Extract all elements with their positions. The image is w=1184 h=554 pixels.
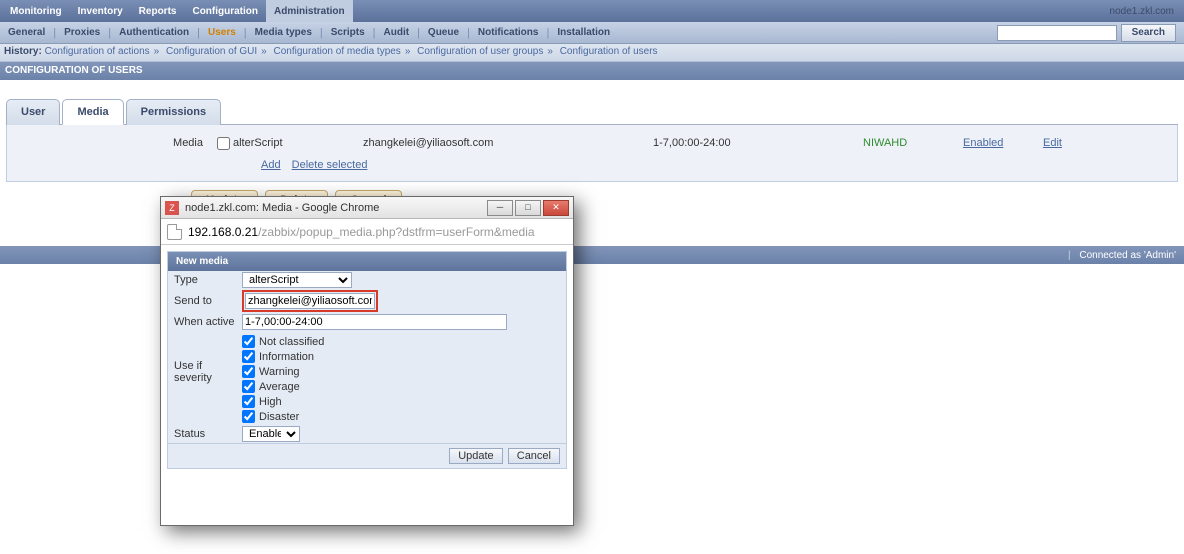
tab-permissions[interactable]: Permissions: [126, 99, 221, 125]
popup-update-button[interactable]: Update: [449, 448, 502, 464]
page-title: CONFIGURATION OF USERS: [0, 62, 1184, 80]
sub-menu: General| Proxies| Authentication| Users|…: [0, 22, 1184, 44]
severity-label: Information: [259, 351, 314, 363]
top-menu: Monitoring Inventory Reports Configurati…: [0, 0, 1184, 22]
media-row: Media alterScript zhangkelei@yiliaosoft.…: [13, 131, 1171, 155]
topmenu-administration[interactable]: Administration: [266, 0, 353, 22]
maximize-button[interactable]: □: [515, 200, 541, 216]
submenu-scripts[interactable]: Scripts: [325, 24, 371, 41]
topmenu-configuration[interactable]: Configuration: [184, 0, 266, 22]
document-icon: [167, 224, 182, 240]
url-path: /zabbix/popup_media.php?dstfrm=userForm&…: [258, 225, 534, 239]
popup-addressbar[interactable]: 192.168.0.21/zabbix/popup_media.php?dstf…: [161, 219, 573, 245]
severity-warning-checkbox[interactable]: [242, 365, 255, 378]
submenu-queue[interactable]: Queue: [422, 24, 465, 41]
submenu-users[interactable]: Users: [202, 24, 242, 41]
popup-titlebar[interactable]: Z node1.zkl.com: Media - Google Chrome ─…: [161, 197, 573, 219]
whenactive-input[interactable]: [242, 314, 507, 330]
severity-disaster-checkbox[interactable]: [242, 410, 255, 423]
status-select[interactable]: Enabled: [242, 426, 300, 442]
media-label: Media: [13, 137, 213, 149]
submenu-notifications[interactable]: Notifications: [472, 24, 545, 41]
popup-window: Z node1.zkl.com: Media - Google Chrome ─…: [160, 196, 574, 526]
submenu-audit[interactable]: Audit: [378, 24, 416, 41]
footer-connected: Connected as 'Admin': [1079, 250, 1176, 261]
tab-media[interactable]: Media: [62, 99, 123, 125]
tabs: User Media Permissions: [6, 98, 1178, 125]
topmenu-monitoring[interactable]: Monitoring: [2, 0, 70, 22]
submenu-authentication[interactable]: Authentication: [113, 24, 195, 41]
history-label: History:: [4, 46, 42, 57]
severity-label: Average: [259, 381, 300, 393]
media-sendto: zhangkelei@yiliaosoft.com: [363, 137, 653, 149]
search-button[interactable]: Search: [1121, 24, 1176, 42]
popup-title: node1.zkl.com: Media - Google Chrome: [185, 202, 379, 214]
submenu-mediatypes[interactable]: Media types: [249, 24, 318, 41]
severity-label: High: [259, 396, 282, 408]
severity-label: Disaster: [259, 411, 299, 423]
popup-cancel-button[interactable]: Cancel: [508, 448, 560, 464]
topmenu-reports[interactable]: Reports: [131, 0, 185, 22]
tab-user[interactable]: User: [6, 99, 60, 125]
media-status-link[interactable]: Enabled: [963, 137, 1003, 149]
submenu-general[interactable]: General: [2, 24, 51, 41]
label-status: Status: [174, 428, 242, 440]
history-breadcrumb: History: Configuration of actions» Confi…: [0, 44, 1184, 62]
sendto-highlight: [242, 290, 378, 312]
sendto-input[interactable]: [245, 293, 375, 309]
close-button[interactable]: ✕: [543, 200, 569, 216]
history-link[interactable]: Configuration of GUI: [166, 46, 257, 57]
label-severity: Use if severity: [174, 332, 242, 384]
hostname: node1.zkl.com: [1110, 6, 1182, 17]
label-sendto: Send to: [174, 295, 242, 307]
media-deleteselected-link[interactable]: Delete selected: [292, 159, 368, 171]
minimize-button[interactable]: ─: [487, 200, 513, 216]
severity-high-checkbox[interactable]: [242, 395, 255, 408]
severity-average-checkbox[interactable]: [242, 380, 255, 393]
media-type: alterScript: [233, 137, 363, 149]
favicon-icon: Z: [165, 201, 179, 215]
history-link[interactable]: Configuration of users: [560, 46, 658, 57]
popup-header: New media: [168, 252, 566, 271]
media-when: 1-7,00:00-24:00: [653, 137, 863, 149]
media-row-checkbox[interactable]: [217, 137, 230, 150]
search-input[interactable]: [997, 25, 1117, 41]
history-link[interactable]: Configuration of actions: [45, 46, 150, 57]
history-link[interactable]: Configuration of media types: [274, 46, 401, 57]
submenu-installation[interactable]: Installation: [551, 24, 616, 41]
media-block: Media alterScript zhangkelei@yiliaosoft.…: [6, 125, 1178, 182]
severity-label: Not classified: [259, 336, 324, 348]
severity-information-checkbox[interactable]: [242, 350, 255, 363]
media-add-link[interactable]: Add: [261, 159, 281, 171]
url-host: 192.168.0.21: [188, 225, 258, 239]
topmenu-inventory[interactable]: Inventory: [70, 0, 131, 22]
severity-label: Warning: [259, 366, 300, 378]
label-whenactive: When active: [174, 316, 242, 328]
media-edit-link[interactable]: Edit: [1043, 137, 1062, 149]
media-severity: NIWAHD: [863, 137, 963, 149]
label-type: Type: [174, 274, 242, 286]
type-select[interactable]: alterScript: [242, 272, 352, 288]
history-link[interactable]: Configuration of user groups: [417, 46, 543, 57]
submenu-proxies[interactable]: Proxies: [58, 24, 106, 41]
severity-notclassified-checkbox[interactable]: [242, 335, 255, 348]
